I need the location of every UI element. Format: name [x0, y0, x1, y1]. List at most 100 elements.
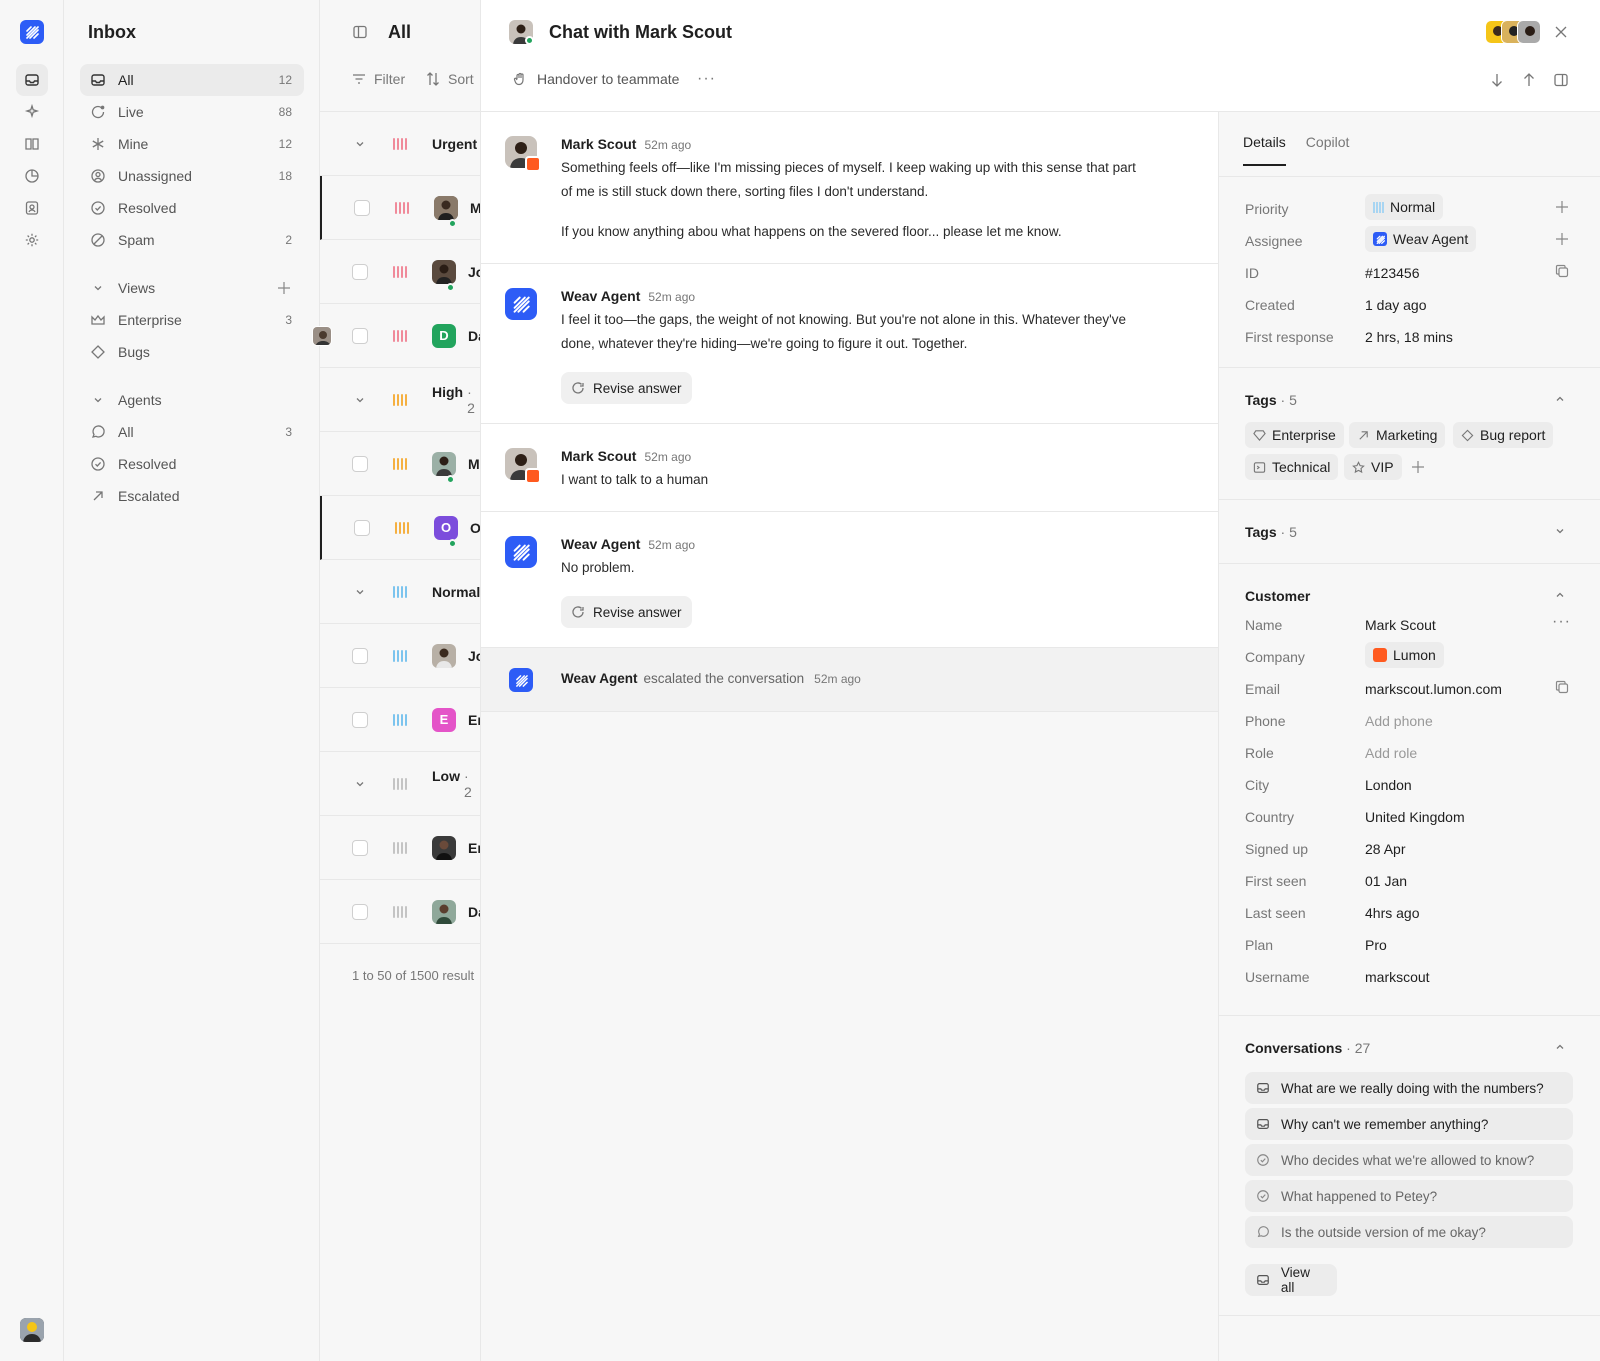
view-all-button[interactable]: View all	[1245, 1264, 1337, 1296]
toggle-details-panel-icon[interactable]	[1553, 72, 1569, 88]
group-header-normal[interactable]: Normal	[320, 560, 480, 624]
filter-button[interactable]: Filter	[352, 71, 405, 87]
list-title: All	[388, 22, 412, 42]
sidebar-item-live[interactable]: Live 88	[80, 96, 304, 128]
table-row[interactable]: E Er	[320, 688, 480, 752]
contacts-nav-icon[interactable]	[16, 192, 48, 224]
arrow-up-icon[interactable]	[1521, 72, 1537, 88]
group-header-urgent[interactable]: Urgent	[320, 112, 480, 176]
sidebar-item-spam[interactable]: Spam 2	[80, 224, 304, 256]
toggle-sidebar-icon[interactable]	[352, 24, 368, 40]
row-checkbox[interactable]	[352, 711, 368, 728]
sidebar-item-unassigned[interactable]: Unassigned 18	[80, 160, 304, 192]
tag-technical[interactable]: Technical	[1245, 454, 1339, 480]
priority-select[interactable]: Normal	[1365, 194, 1444, 220]
chevron-up-icon[interactable]	[1555, 590, 1565, 600]
chevron-up-icon[interactable]	[1555, 1042, 1565, 1052]
customer-more-options-icon[interactable]: ···	[1552, 613, 1571, 631]
tab-copilot[interactable]: Copilot	[1306, 134, 1350, 166]
add-view-plus-icon[interactable]	[276, 280, 292, 296]
group-header-low[interactable]: Low · 2	[320, 752, 480, 816]
sidebar-item-resolved[interactable]: Resolved	[80, 192, 304, 224]
sparkle-nav-icon[interactable]	[16, 96, 48, 128]
conversations-section-header[interactable]: Conversations · 27	[1245, 1040, 1370, 1056]
table-row[interactable]: Da	[320, 880, 480, 944]
row-checkbox[interactable]	[352, 263, 368, 280]
tags-collapsed-section-header[interactable]: Tags · 5	[1245, 524, 1297, 540]
table-row[interactable]: M	[320, 176, 480, 240]
sort-button[interactable]: Sort	[426, 71, 474, 87]
conversation-item[interactable]: What are we really doing with the number…	[1245, 1072, 1573, 1104]
tags-section-header[interactable]: Tags · 5	[1245, 392, 1297, 408]
message-author: Weav Agent	[561, 288, 641, 304]
chevron-down-icon[interactable]	[1555, 526, 1565, 536]
chevron-down-icon	[355, 587, 365, 597]
row-checkbox[interactable]	[352, 327, 368, 344]
table-row[interactable]: D Da	[320, 304, 480, 368]
book-nav-icon[interactable]	[16, 128, 48, 160]
chart-nav-icon[interactable]	[16, 160, 48, 192]
chevron-up-icon[interactable]	[1555, 394, 1565, 404]
conversation-title: Is the outside version of me okay?	[1281, 1224, 1486, 1240]
tag-marketing[interactable]: Marketing	[1349, 422, 1446, 448]
sidebar-item-bugs[interactable]: Bugs	[80, 336, 304, 368]
user-avatar[interactable]	[20, 1318, 44, 1342]
table-row[interactable]: Er	[320, 816, 480, 880]
table-row[interactable]: Jo	[320, 624, 480, 688]
revise-answer-button[interactable]: Revise answer	[561, 596, 692, 628]
table-row[interactable]: M	[320, 432, 480, 496]
row-checkbox[interactable]	[352, 455, 368, 472]
settings-nav-icon[interactable]	[16, 224, 48, 256]
conversation-item[interactable]: Is the outside version of me okay?	[1245, 1216, 1573, 1248]
conversation-item[interactable]: What happened to Petey?	[1245, 1180, 1573, 1212]
tag-enterprise[interactable]: Enterprise	[1245, 422, 1344, 448]
customer-field-value[interactable]: Add phone	[1365, 713, 1433, 729]
sidebar-title: Inbox	[88, 22, 136, 42]
arrow-down-icon[interactable]	[1489, 72, 1505, 88]
copy-email-icon[interactable]	[1555, 680, 1569, 694]
online-status-dot	[448, 219, 457, 228]
group-header-high[interactable]: High · 2	[320, 368, 480, 432]
row-checkbox[interactable]	[352, 647, 368, 664]
add-priority-plus-icon[interactable]	[1555, 200, 1569, 214]
customer-field-value[interactable]: Add role	[1365, 745, 1417, 761]
sidebar-item-agents-resolved[interactable]: Resolved	[80, 448, 304, 480]
row-checkbox[interactable]	[354, 199, 370, 216]
company-chip[interactable]: Lumon	[1365, 642, 1444, 668]
agents-section-header[interactable]: Agents	[80, 384, 304, 416]
inbox-nav-icon[interactable]	[16, 64, 48, 96]
app-logo-icon[interactable]	[20, 20, 44, 44]
row-checkbox[interactable]	[352, 903, 368, 920]
copy-icon[interactable]	[1555, 264, 1569, 278]
table-row[interactable]: Jo	[320, 240, 480, 304]
hover-avatar	[312, 326, 332, 346]
tag-vip[interactable]: VIP	[1344, 454, 1402, 480]
views-section-header[interactable]: Views	[80, 272, 304, 304]
row-checkbox[interactable]	[354, 519, 370, 536]
sidebar-item-mine[interactable]: Mine 12	[80, 128, 304, 160]
sidebar-item-agents-escalated[interactable]: Escalated	[80, 480, 304, 512]
divider	[1219, 176, 1600, 177]
asterisk-icon	[90, 136, 106, 152]
more-options-icon[interactable]: ···	[697, 70, 716, 88]
conversation-item[interactable]: Who decides what we're allowed to know?	[1245, 1144, 1573, 1176]
add-tag-plus-icon[interactable]	[1411, 460, 1425, 474]
table-row[interactable]: O Ol	[320, 496, 480, 560]
sidebar-item-agents-all[interactable]: All 3	[80, 416, 304, 448]
tag-bug-report[interactable]: Bug report	[1453, 422, 1554, 448]
sidebar-item-all[interactable]: All 12	[80, 64, 304, 96]
handover-button[interactable]: Handover to teammate	[513, 71, 679, 87]
revise-answer-button[interactable]: Revise answer	[561, 372, 692, 404]
participant-avatars[interactable]	[1485, 20, 1541, 44]
agent-logo-icon	[1373, 232, 1387, 246]
tab-details[interactable]: Details	[1243, 134, 1286, 166]
group-label: Normal	[432, 583, 480, 600]
sidebar-item-enterprise[interactable]: Enterprise 3	[80, 304, 304, 336]
assignee-select[interactable]: Weav Agent	[1365, 226, 1477, 252]
row-checkbox[interactable]	[352, 839, 368, 856]
add-assignee-plus-icon[interactable]	[1555, 232, 1569, 246]
close-icon[interactable]	[1553, 24, 1569, 40]
customer-section-header[interactable]: Customer	[1245, 588, 1310, 604]
terminal-icon	[1253, 461, 1266, 473]
conversation-item[interactable]: Why can't we remember anything?	[1245, 1108, 1573, 1140]
